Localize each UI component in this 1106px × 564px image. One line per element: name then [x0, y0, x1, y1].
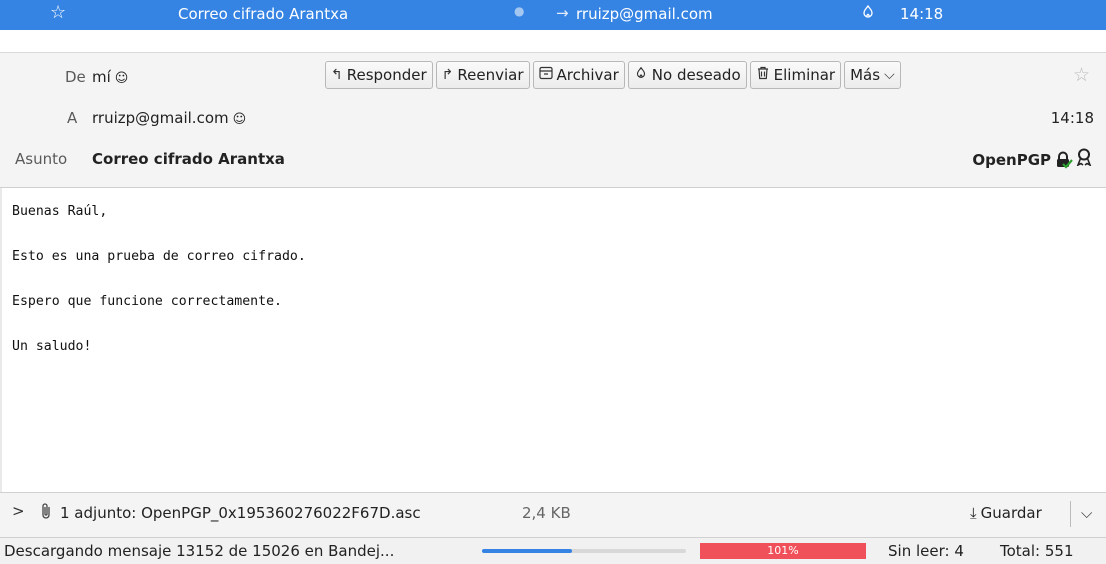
trash-icon — [756, 66, 770, 84]
archive-label: Archivar — [556, 66, 619, 84]
delete-button[interactable]: Eliminar — [749, 61, 842, 89]
contact-card-icon[interactable]: ☺ — [115, 71, 129, 86]
thread-recipient: rruizp@gmail.com — [576, 5, 713, 23]
more-button[interactable]: Más ⌵ — [844, 61, 901, 89]
body-line: Esto es una prueba de correo cifrado. — [12, 249, 306, 264]
message-header: De mí ☺ ↰ Responder ↱ Reenviar Archivar No … — [0, 52, 1106, 188]
archive-icon — [538, 66, 553, 84]
to-address[interactable]: rruizp@gmail.com — [92, 109, 229, 127]
forward-label: Reenviar — [457, 66, 524, 84]
download-progress-bar — [482, 549, 686, 553]
forward-icon: ↱ — [441, 67, 454, 83]
status-activity: Descargando mensaje 13152 de 15026 en Ba… — [4, 542, 395, 560]
openpgp-status[interactable]: OpenPGP — [972, 148, 1092, 171]
body-line: Espero que funcione correctamente. — [12, 294, 282, 309]
body-line: Buenas Raúl, — [12, 204, 108, 219]
from-label: De — [65, 68, 86, 86]
quota-bar: 101% — [700, 543, 866, 559]
message-toolbar: ↰ Responder ↱ Reenviar Archivar No deseado… — [325, 61, 901, 89]
divider — [1070, 501, 1071, 527]
chevron-down-icon: ⌵ — [884, 67, 895, 83]
lock-icon — [1055, 151, 1073, 169]
message-date: 14:18 — [1050, 109, 1094, 127]
selected-message-row[interactable]: ☆ Correo cifrado Arantxa ● → rruizp@gmai… — [0, 0, 1106, 30]
chevron-down-icon[interactable]: ⌵ — [1081, 504, 1092, 522]
pane-edge — [0, 188, 2, 492]
forward-button[interactable]: ↱ Reenviar — [435, 61, 530, 89]
star-icon[interactable]: ☆ — [1073, 64, 1090, 86]
to-label: A — [67, 109, 78, 127]
subject-label: Asunto — [15, 150, 68, 168]
status-bar: Descargando mensaje 13152 de 15026 en Ba… — [0, 538, 1106, 564]
star-icon[interactable]: ☆ — [50, 2, 66, 23]
unread-dot-icon: ● — [514, 4, 525, 18]
attachment-size: 2,4 KB — [522, 504, 571, 522]
total-count: Total: 551 — [1000, 542, 1074, 560]
reply-icon: ↰ — [331, 67, 343, 83]
archive-button[interactable]: Archivar — [532, 61, 625, 89]
body-line: Un saludo! — [12, 339, 92, 354]
download-progress-fill — [482, 549, 572, 553]
junk-button[interactable]: No deseado — [627, 61, 747, 89]
reply-button[interactable]: ↰ Responder — [325, 61, 433, 89]
from-value[interactable]: mí ☺ — [92, 68, 128, 86]
junk-label: No deseado — [651, 66, 741, 84]
save-label: Guardar — [980, 504, 1042, 522]
certificate-icon — [1076, 148, 1092, 171]
reply-label: Responder — [346, 66, 427, 84]
contact-card-icon[interactable]: ☺ — [233, 112, 247, 127]
paperclip-icon — [40, 502, 52, 524]
unread-count: Sin leer: 4 — [888, 542, 964, 560]
from-name[interactable]: mí — [92, 68, 111, 86]
thread-time: 14:18 — [900, 5, 944, 23]
download-icon: ⤓ — [970, 504, 977, 522]
junk-icon — [634, 66, 648, 84]
delete-label: Eliminar — [773, 66, 836, 84]
attachment-bar: > 1 adjunto: OpenPGP_0x195360276022F67D.… — [0, 492, 1106, 538]
subject-value: Correo cifrado Arantxa — [92, 150, 285, 168]
thread-subject: Correo cifrado Arantxa — [178, 5, 349, 23]
save-attachment-button[interactable]: ⤓ Guardar — [970, 504, 1042, 522]
attachment-summary[interactable]: 1 adjunto: OpenPGP_0x195360276022F67D.as… — [60, 504, 421, 522]
to-value[interactable]: rruizp@gmail.com ☺ — [92, 109, 246, 127]
more-label: Más — [850, 66, 881, 84]
chevron-right-icon[interactable]: > — [12, 502, 25, 520]
message-body: Buenas Raúl, Esto es una prueba de corre… — [12, 204, 306, 384]
junk-icon[interactable] — [860, 4, 876, 24]
openpgp-label: OpenPGP — [972, 150, 1051, 169]
sent-arrow-icon: → — [556, 4, 569, 22]
